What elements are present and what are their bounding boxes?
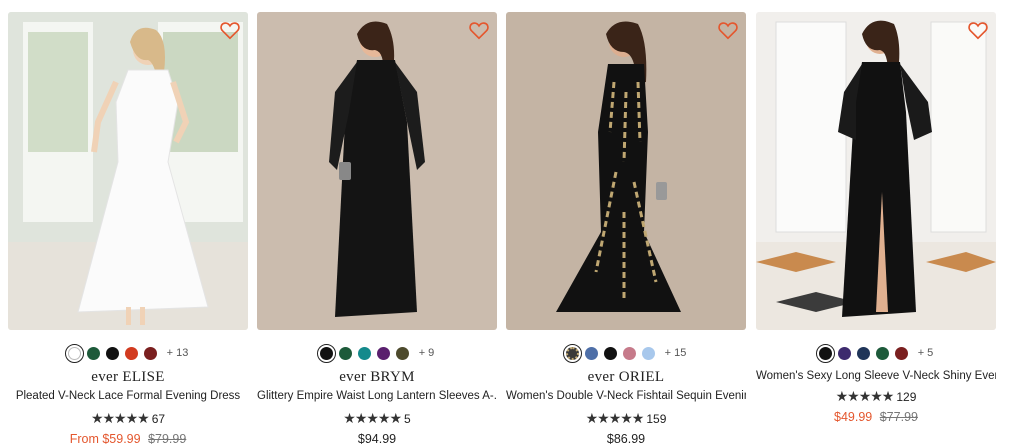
regular-price: $94.99 bbox=[357, 432, 397, 446]
product-title[interactable]: Women's Sexy Long Sleeve V-Neck Shiny Ev… bbox=[756, 370, 996, 382]
product-brand[interactable]: ever ORIEL bbox=[506, 369, 746, 386]
product-card[interactable]: + 9 ever BRYM Glittery Empire Waist Long… bbox=[257, 12, 497, 446]
color-swatches: + 15 bbox=[506, 343, 746, 363]
color-swatch-burgundy[interactable] bbox=[143, 346, 157, 360]
sale-price: $59.99 bbox=[102, 432, 141, 446]
review-count: 129 bbox=[896, 389, 917, 404]
color-swatch-black[interactable] bbox=[105, 346, 119, 360]
star-rating-icon: ★★★★★ bbox=[835, 388, 895, 404]
more-colors[interactable]: + 15 bbox=[665, 347, 687, 359]
color-swatch-green[interactable] bbox=[86, 346, 100, 360]
heart-icon[interactable] bbox=[468, 19, 490, 41]
color-swatch-black[interactable] bbox=[603, 346, 617, 360]
color-swatches: + 13 bbox=[8, 343, 248, 363]
price-prefix: From bbox=[69, 432, 99, 446]
color-swatch-orange[interactable] bbox=[124, 346, 138, 360]
color-swatch-olive[interactable] bbox=[395, 346, 409, 360]
more-colors[interactable]: + 5 bbox=[918, 347, 934, 359]
more-colors[interactable]: + 13 bbox=[167, 347, 189, 359]
price: $49.99 $77.99 bbox=[756, 410, 996, 424]
product-card[interactable]: + 13 ever ELISE Pleated V-Neck Lace Form… bbox=[8, 12, 248, 446]
product-image[interactable] bbox=[756, 12, 996, 330]
original-price: $79.99 bbox=[148, 432, 187, 446]
product-card[interactable]: + 15 ever ORIEL Women's Double V-Neck Fi… bbox=[506, 12, 746, 446]
color-swatch-teal[interactable] bbox=[357, 346, 371, 360]
black-shiny-dress-photo bbox=[756, 12, 996, 330]
color-swatch-navy[interactable] bbox=[856, 346, 870, 360]
sale-price: $49.99 bbox=[834, 410, 873, 424]
color-swatch-pink[interactable] bbox=[622, 346, 636, 360]
rating: ★★★★★ 5 bbox=[257, 410, 497, 427]
review-count: 5 bbox=[404, 411, 411, 426]
color-swatch-black[interactable] bbox=[316, 343, 336, 363]
product-image[interactable] bbox=[8, 12, 248, 330]
product-image[interactable] bbox=[506, 12, 746, 330]
sequin-fishtail-dress-photo bbox=[506, 12, 746, 330]
review-count: 67 bbox=[151, 411, 166, 426]
price: From $59.99 $79.99 bbox=[8, 432, 248, 446]
color-swatch-green[interactable] bbox=[875, 346, 889, 360]
price: $94.99 bbox=[257, 432, 497, 446]
color-swatches: + 9 bbox=[257, 343, 497, 363]
rating: ★★★★★ 159 bbox=[506, 410, 746, 427]
black-glitter-dress-photo bbox=[257, 12, 497, 330]
color-swatch-purple[interactable] bbox=[376, 346, 390, 360]
original-price: $77.99 bbox=[879, 410, 918, 424]
price: $86.99 bbox=[506, 432, 746, 446]
color-swatch-burgundy[interactable] bbox=[894, 346, 908, 360]
product-title[interactable]: Glittery Empire Waist Long Lantern Sleev… bbox=[257, 390, 497, 402]
product-brand[interactable]: ever BRYM bbox=[257, 369, 497, 386]
color-swatch-blue[interactable] bbox=[584, 346, 598, 360]
white-dress-photo bbox=[8, 12, 248, 330]
review-count: 159 bbox=[646, 411, 667, 426]
product-image[interactable] bbox=[257, 12, 497, 330]
color-swatch-black-gold[interactable] bbox=[562, 343, 582, 363]
rating: ★★★★★ 129 bbox=[756, 388, 996, 405]
heart-icon[interactable] bbox=[219, 19, 241, 41]
star-rating-icon: ★★★★★ bbox=[90, 410, 150, 426]
regular-price: $86.99 bbox=[606, 432, 646, 446]
product-brand[interactable]: ever ELISE bbox=[8, 369, 248, 386]
product-card[interactable]: + 5 Women's Sexy Long Sleeve V-Neck Shin… bbox=[756, 12, 996, 424]
more-colors[interactable]: + 9 bbox=[419, 347, 435, 359]
color-swatch-black[interactable] bbox=[815, 343, 835, 363]
color-swatch-green[interactable] bbox=[338, 346, 352, 360]
color-swatch-white[interactable] bbox=[64, 343, 84, 363]
product-title[interactable]: Pleated V-Neck Lace Formal Evening Dress bbox=[8, 390, 248, 402]
product-title[interactable]: Women's Double V-Neck Fishtail Sequin Ev… bbox=[506, 390, 746, 402]
heart-icon[interactable] bbox=[967, 19, 989, 41]
heart-icon[interactable] bbox=[717, 19, 739, 41]
color-swatches: + 5 bbox=[756, 343, 996, 363]
star-rating-icon: ★★★★★ bbox=[343, 410, 402, 426]
rating: ★★★★★ 67 bbox=[8, 410, 248, 427]
star-rating-icon: ★★★★★ bbox=[585, 410, 645, 426]
color-swatch-light-blue[interactable] bbox=[641, 346, 655, 360]
color-swatch-purple[interactable] bbox=[837, 346, 851, 360]
